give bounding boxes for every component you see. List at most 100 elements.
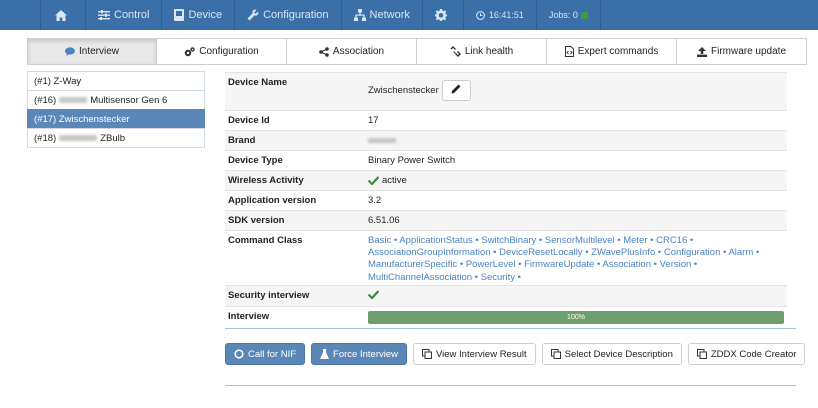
nav-device[interactable]: Device: [162, 0, 236, 30]
view-interview-result-button[interactable]: View Interview Result: [412, 343, 536, 365]
command-class-list: Basic • ApplicationStatus • SwitchBinary…: [368, 235, 784, 283]
home-icon: [55, 9, 67, 21]
command-class-link[interactable]: ApplicationStatus: [399, 235, 472, 246]
flask-icon: [320, 349, 330, 359]
tab-configuration-label: Configuration: [199, 46, 259, 57]
wrench-icon: [247, 9, 259, 21]
bullet-separator: •: [582, 247, 592, 259]
command-class-label: Command Class: [228, 235, 303, 246]
nav-control[interactable]: Control: [86, 0, 163, 30]
device-item-18[interactable]: (#18) ZBulb: [27, 128, 205, 148]
force-interview-label: Force Interview: [333, 348, 398, 360]
command-class-link[interactable]: Version: [660, 259, 692, 270]
clock-time: 16:41:51: [488, 10, 524, 20]
jobs-status-icon: [580, 11, 588, 19]
nav-device-label: Device: [188, 9, 223, 21]
bullet-separator: •: [614, 235, 624, 246]
tab-configuration[interactable]: Configuration: [156, 38, 287, 65]
device-item-16[interactable]: (#16) Multisensor Gen 6: [27, 90, 205, 110]
nav-network[interactable]: Network: [342, 0, 423, 30]
call-nif-label: Call for NIF: [248, 348, 297, 360]
command-class-link[interactable]: AssociationGroupInformation: [368, 247, 491, 258]
device-label-suffix: Multisensor Gen 6: [90, 94, 168, 106]
device-name-label: Device Name: [228, 77, 288, 88]
command-class-link[interactable]: SwitchBinary: [481, 235, 536, 246]
nav-home[interactable]: [40, 0, 86, 30]
sdk-value: 6.51.06: [368, 215, 400, 226]
command-class-link[interactable]: CRC16: [656, 235, 687, 246]
command-class-link[interactable]: Meter: [623, 235, 647, 246]
interview-progress-text: 100%: [567, 314, 585, 321]
device-label: (#17) Zwischenstecker: [34, 113, 130, 125]
command-class-link[interactable]: ZWavePlusInfo: [591, 247, 655, 258]
device-id-value: 17: [368, 115, 379, 126]
select-device-description-label: Select Device Description: [564, 348, 673, 360]
command-class-link[interactable]: Configuration: [664, 247, 721, 258]
device-id-label: Device Id: [228, 115, 270, 126]
row-app-version: Application version 3.2: [225, 190, 787, 210]
tab-expert-commands[interactable]: Expert commands: [546, 38, 677, 65]
device-details-table: Device Name Zwischenstecker Device Id 17…: [225, 72, 787, 328]
device-item-1[interactable]: (#1) Z-Way: [27, 71, 205, 91]
top-navbar: Control Device Configuration Network 16:…: [0, 0, 818, 30]
app-version-value: 3.2: [368, 195, 382, 206]
share-icon: [319, 46, 329, 57]
interview-label: Interview: [228, 311, 270, 322]
code-file-icon: [564, 46, 574, 57]
command-class-link[interactable]: PowerLevel: [466, 259, 516, 270]
command-class-link[interactable]: MultiChannelAssociation: [368, 272, 472, 283]
select-device-description-button[interactable]: Select Device Description: [541, 343, 682, 365]
comment-icon: [64, 47, 75, 56]
link-broken-icon: [450, 46, 461, 57]
tab-link-health[interactable]: Link health: [416, 38, 547, 65]
command-class-link[interactable]: DeviceResetLocally: [499, 247, 582, 258]
force-interview-button[interactable]: Force Interview: [311, 343, 407, 365]
copy-icon: [550, 349, 561, 359]
nav-control-label: Control: [114, 9, 150, 21]
nav-configuration-label: Configuration: [263, 9, 329, 21]
nav-settings[interactable]: [423, 0, 464, 30]
row-security-interview: Security interview: [225, 285, 787, 306]
bullet-separator: •: [457, 259, 466, 271]
command-class-link[interactable]: ManufacturerSpecific: [368, 259, 457, 270]
command-class-link[interactable]: Association: [602, 259, 651, 270]
tab-expert-commands-label: Expert commands: [577, 46, 659, 57]
brand-label: Brand: [228, 135, 256, 146]
bullet-separator: •: [691, 259, 698, 271]
tab-association[interactable]: Association: [286, 38, 417, 65]
tab-interview[interactable]: Interview: [27, 38, 157, 65]
command-class-link[interactable]: SensorMultilevel: [545, 235, 615, 246]
edit-name-button[interactable]: [441, 80, 471, 101]
tab-firmware-update[interactable]: Firmware update: [676, 38, 807, 65]
sdk-label: SDK version: [228, 215, 285, 226]
wireless-label: Wireless Activity: [228, 175, 304, 186]
row-command-class: Command Class Basic • ApplicationStatus …: [225, 230, 787, 285]
device-item-17[interactable]: (#17) Zwischenstecker: [27, 109, 205, 129]
copy-icon: [421, 349, 432, 359]
wireless-value: active: [382, 175, 407, 186]
redacted-text: [59, 135, 98, 141]
bullet-separator: •: [753, 247, 760, 259]
call-nif-button[interactable]: Call for NIF: [225, 343, 306, 365]
device-label: (#1) Z-Way: [34, 75, 82, 87]
device-label: (#18): [34, 132, 57, 144]
zddx-code-creator-button[interactable]: ZDDX Code Creator: [687, 343, 806, 365]
command-class-link[interactable]: Alarm: [728, 247, 753, 258]
nav-jobs[interactable]: Jobs: 0: [537, 0, 601, 30]
zddx-code-creator-label: ZDDX Code Creator: [710, 348, 797, 360]
bullet-separator: •: [647, 235, 657, 246]
network-icon: [353, 9, 366, 21]
command-class-link[interactable]: Security: [481, 272, 515, 283]
bullet-separator: •: [651, 259, 660, 271]
tab-link-health-label: Link health: [464, 46, 514, 57]
command-class-link[interactable]: Basic: [368, 235, 391, 246]
device-icon: [174, 9, 185, 21]
check-icon: [368, 176, 379, 185]
command-class-link[interactable]: FirmwareUpdate: [524, 259, 594, 270]
tab-firmware-update-label: Firmware update: [710, 46, 787, 57]
divider: [225, 328, 796, 329]
row-sdk-version: SDK version 6.51.06: [225, 210, 787, 230]
row-interview: Interview 100%: [225, 306, 787, 328]
row-device-id: Device Id 17: [225, 110, 787, 130]
nav-configuration[interactable]: Configuration: [235, 0, 342, 30]
